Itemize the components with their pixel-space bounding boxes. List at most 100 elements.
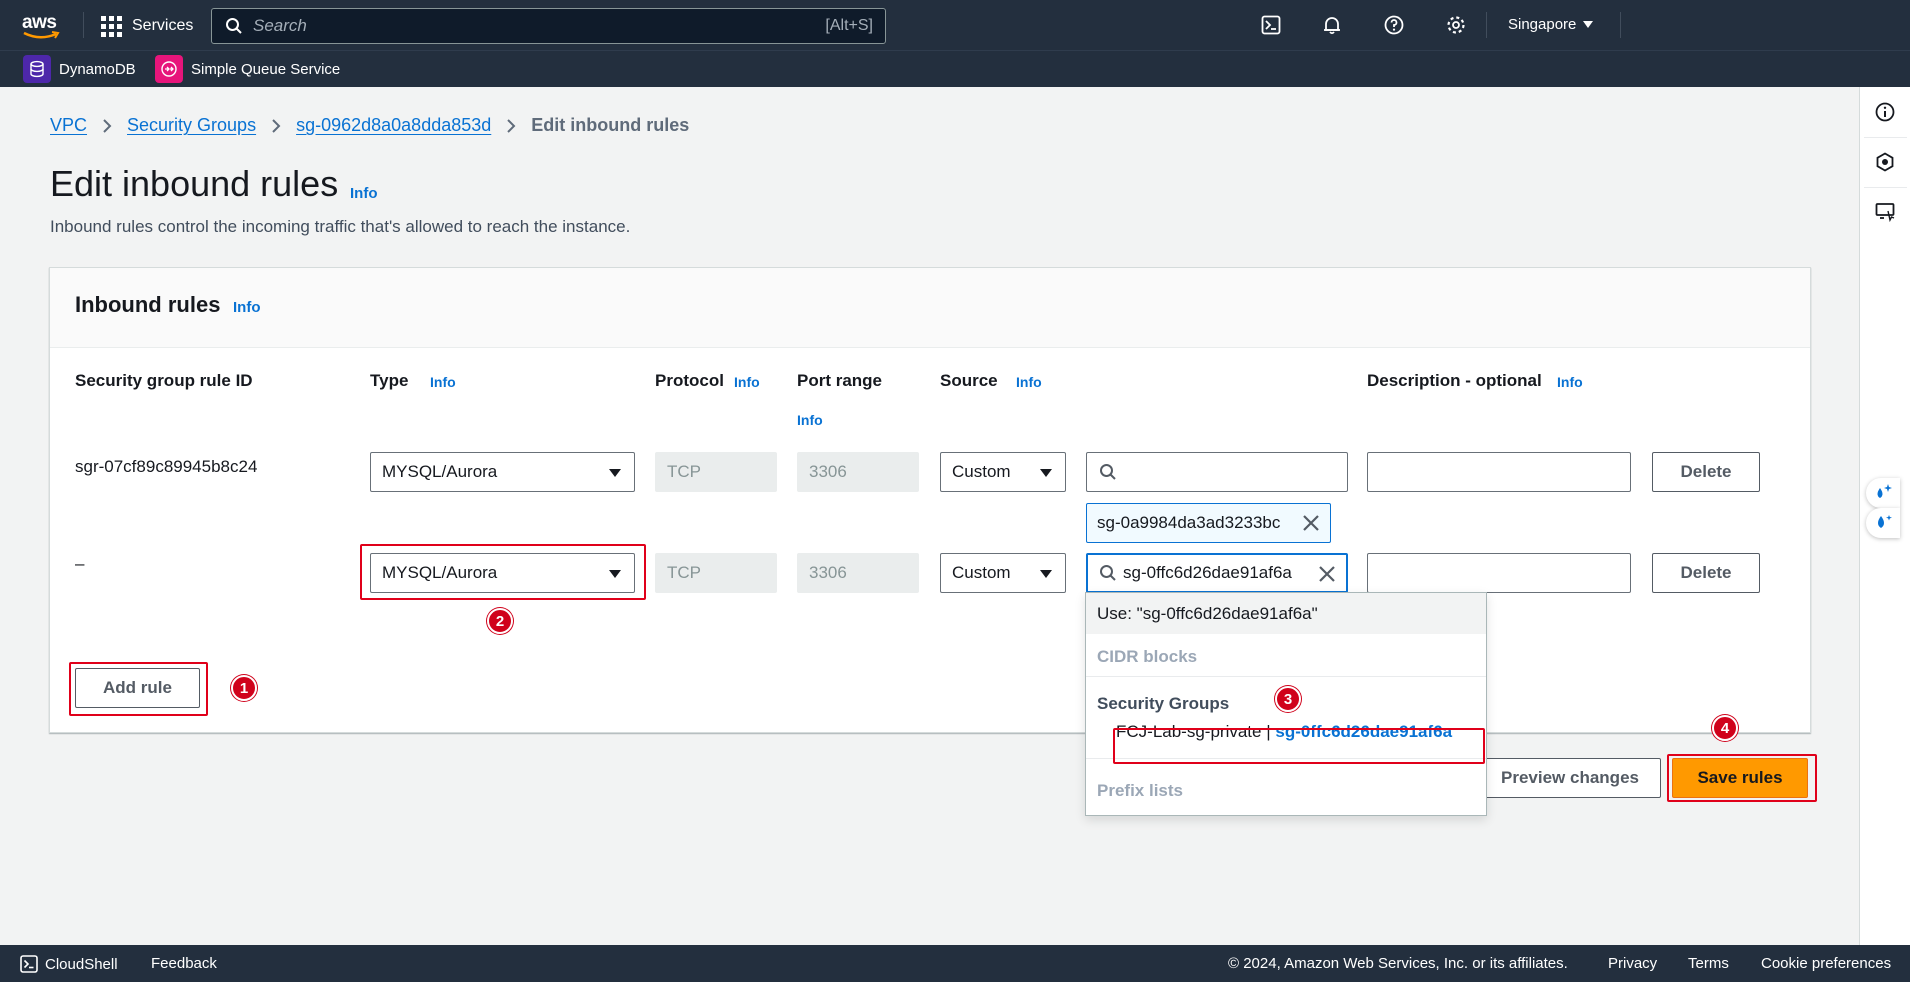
caret-down-icon (609, 469, 621, 477)
close-icon[interactable] (1302, 514, 1320, 532)
favorite-label: Simple Queue Service (191, 60, 341, 78)
favorite-label: DynamoDB (59, 60, 136, 78)
column-header-type: Type (370, 371, 409, 390)
caret-down-icon (1040, 469, 1052, 477)
use-value-option[interactable]: Use: "sg-0ffc6d26dae91af6a" (1086, 593, 1486, 634)
favorites-bar: DynamoDB Simple Queue Service (0, 50, 1910, 87)
search-icon (1100, 565, 1116, 581)
source-token: sg-0a9984da3ad3233bc (1086, 503, 1331, 543)
breadcrumb-vpc[interactable]: VPC (50, 115, 87, 136)
port-range-info-link[interactable]: Info (797, 412, 823, 428)
column-header-description: Description - optional (1367, 371, 1542, 390)
annotation-highlight-add-rule (69, 662, 208, 716)
preview-changes-button[interactable]: Preview changes (1479, 758, 1661, 798)
hexagon-icon[interactable] (1874, 151, 1896, 173)
source-search-input[interactable]: sg-0ffc6d26dae91af6a (1086, 553, 1348, 593)
clear-icon[interactable] (1318, 565, 1336, 583)
column-header-protocol: Protocol (655, 371, 724, 390)
rule-id: – (75, 554, 85, 573)
divider (1086, 676, 1486, 677)
cookie-preferences-link[interactable]: Cookie preferences (1761, 955, 1891, 972)
type-select-value: MYSQL/Aurora (382, 462, 498, 481)
bell-icon[interactable] (1321, 14, 1343, 36)
region-label: Singapore (1508, 16, 1577, 33)
container-title: Inbound rules (75, 292, 221, 317)
column-header-port-range: Port range (797, 371, 883, 390)
source-type-select[interactable]: Custom (940, 553, 1066, 593)
help-icon[interactable] (1383, 14, 1405, 36)
gear-icon[interactable] (1445, 14, 1467, 36)
annotation-highlight-type (360, 544, 646, 600)
top-navigation: aws Services [Alt+S] Singapore (0, 0, 1910, 50)
terms-link[interactable]: Terms (1688, 955, 1729, 972)
container-info-link[interactable]: Info (233, 299, 261, 316)
type-info-link[interactable]: Info (430, 374, 456, 390)
annotation-highlight-save (1667, 754, 1817, 802)
page-info-link[interactable]: Info (350, 185, 378, 202)
assistant-sparkle-icon[interactable] (1866, 478, 1900, 508)
dynamodb-icon (23, 55, 51, 83)
divider (1864, 137, 1907, 138)
grid-icon (101, 15, 122, 37)
container-header (50, 268, 1810, 348)
port-range-field: 3306 (797, 452, 919, 492)
services-menu-button[interactable]: Services (101, 14, 193, 38)
source-info-link[interactable]: Info (1016, 374, 1042, 390)
chevron-right-icon (506, 118, 516, 134)
copyright-text: © 2024, Amazon Web Services, Inc. or its… (1228, 955, 1568, 972)
divider (1864, 187, 1907, 188)
caret-down-icon (1583, 20, 1594, 28)
aws-logo[interactable]: aws (22, 10, 64, 40)
cloudshell-button[interactable]: CloudShell (20, 955, 118, 973)
info-panel-icon[interactable] (1874, 101, 1896, 123)
source-type-value: Custom (952, 462, 1011, 481)
divider (1620, 12, 1621, 38)
divider (83, 12, 84, 38)
annotation-number-badge: 1 (231, 675, 257, 701)
assistant-drop-icon[interactable] (1866, 508, 1900, 538)
inbound-rules-container (49, 267, 1811, 733)
description-info-link[interactable]: Info (1557, 374, 1583, 390)
protocol-field: TCP (655, 553, 777, 593)
page-title: Edit inbound rules (50, 163, 339, 204)
annotation-number-badge: 4 (1712, 715, 1738, 741)
favorite-sqs[interactable]: Simple Queue Service (155, 55, 340, 83)
region-selector[interactable]: Singapore (1508, 16, 1594, 33)
delete-button[interactable]: Delete (1652, 553, 1760, 593)
search-icon (226, 18, 242, 34)
description-input[interactable] (1367, 452, 1631, 492)
chevron-right-icon (271, 118, 281, 134)
port-range-field: 3306 (797, 553, 919, 593)
annotation-number-badge: 3 (1275, 686, 1301, 712)
divider (1486, 12, 1487, 38)
feedback-link[interactable]: Feedback (151, 955, 217, 972)
type-select[interactable]: MYSQL/Aurora (370, 452, 635, 492)
source-token-label: sg-0a9984da3ad3233bc (1097, 513, 1281, 532)
description-input[interactable] (1367, 553, 1631, 593)
source-search-value: sg-0ffc6d26dae91af6a (1123, 563, 1292, 582)
protocol-info-link[interactable]: Info (734, 374, 760, 390)
cloudshell-icon[interactable] (1260, 14, 1282, 36)
favorite-dynamodb[interactable]: DynamoDB (23, 55, 136, 83)
console-footer: CloudShell Feedback © 2024, Amazon Web S… (0, 945, 1910, 982)
delete-button[interactable]: Delete (1652, 452, 1760, 492)
group-prefix-lists: Prefix lists (1097, 781, 1183, 800)
source-search-input[interactable] (1086, 452, 1348, 492)
tutorial-icon[interactable] (1874, 201, 1896, 223)
protocol-field: TCP (655, 452, 777, 492)
search-icon (1100, 464, 1116, 480)
search-shortcut: [Alt+S] (825, 17, 873, 34)
page-description: Inbound rules control the incoming traff… (50, 217, 631, 236)
chevron-right-icon (102, 118, 112, 134)
source-type-value: Custom (952, 563, 1011, 582)
column-header-rule-id: Security group rule ID (75, 371, 253, 390)
privacy-link[interactable]: Privacy (1608, 955, 1657, 972)
breadcrumb-security-groups[interactable]: Security Groups (127, 115, 256, 136)
source-type-select[interactable]: Custom (940, 452, 1066, 492)
services-label: Services (132, 17, 194, 34)
search-input[interactable] (243, 16, 826, 36)
group-cidr-blocks: CIDR blocks (1097, 647, 1198, 666)
global-search[interactable]: [Alt+S] (211, 8, 886, 44)
breadcrumb-current: Edit inbound rules (531, 115, 690, 135)
breadcrumb-security-group-id[interactable]: sg-0962d8a0a8dda853d (296, 115, 491, 136)
